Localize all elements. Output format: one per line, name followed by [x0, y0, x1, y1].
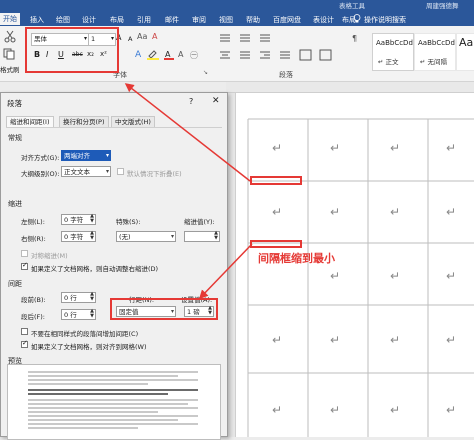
annotation-arrows [124, 83, 253, 300]
